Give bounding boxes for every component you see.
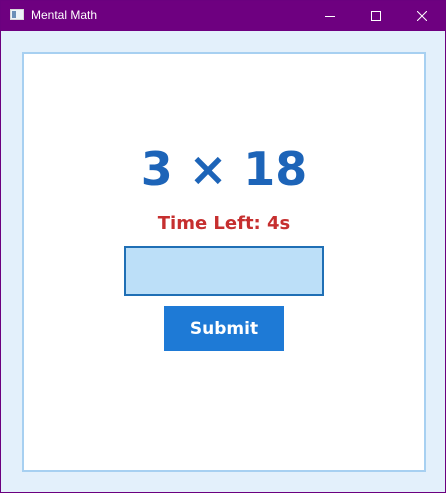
question-text: 3 × 18: [140, 142, 308, 196]
app-icon: [10, 9, 24, 20]
minimize-button[interactable]: [307, 1, 353, 31]
maximize-button[interactable]: [353, 1, 399, 31]
close-icon: [417, 11, 427, 21]
timer-label: Time Left: 4s: [157, 213, 291, 234]
minimize-icon: [325, 16, 335, 17]
title-bar[interactable]: Mental Math: [1, 1, 445, 31]
answer-input[interactable]: [124, 246, 324, 296]
close-button[interactable]: [399, 1, 445, 31]
maximize-icon: [371, 11, 381, 21]
app-window: Mental Math 3 × 18 Time Left: 4s Submit: [0, 0, 446, 493]
submit-button[interactable]: Submit: [164, 306, 284, 351]
window-title: Mental Math: [31, 8, 98, 22]
